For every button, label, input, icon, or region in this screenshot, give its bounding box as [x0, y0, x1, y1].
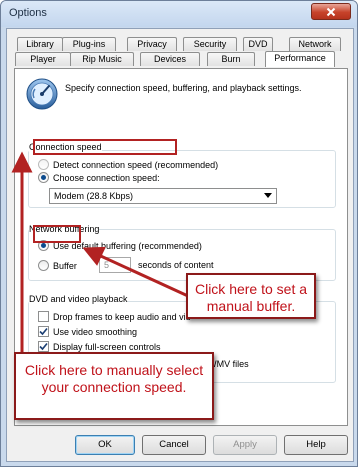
video-smoothing-label: Use video smoothing — [53, 326, 138, 337]
buffer-seconds-input[interactable]: 5 — [99, 257, 131, 273]
apply-button[interactable]: Apply — [213, 435, 277, 455]
close-icon — [326, 7, 336, 16]
detect-speed-radio[interactable] — [38, 159, 49, 170]
window-title: Options — [9, 7, 47, 19]
dvd-video-title: DVD and video playback — [29, 294, 128, 304]
tab-security[interactable]: Security — [183, 37, 237, 51]
detect-speed-label: Detect connection speed (recommended) — [53, 159, 219, 170]
tab-burn[interactable]: Burn — [207, 52, 255, 66]
tab-dvd[interactable]: DVD — [243, 37, 273, 51]
connection-speed-title: Connection speed — [29, 142, 102, 152]
help-button[interactable]: Help — [284, 435, 348, 455]
manual-buffer-option[interactable]: Buffer — [38, 260, 77, 271]
tab-privacy[interactable]: Privacy — [127, 37, 177, 51]
tab-plug-ins[interactable]: Plug-ins — [62, 37, 116, 51]
manual-buffer-radio[interactable] — [38, 260, 49, 271]
buffer-callout: Click here to set a manual buffer. — [186, 273, 316, 319]
detect-speed-option[interactable]: Detect connection speed (recommended) — [38, 159, 218, 170]
tab-rip-music[interactable]: Rip Music — [70, 52, 134, 66]
choose-speed-option[interactable]: Choose connection speed: — [38, 172, 160, 183]
ok-button[interactable]: OK — [75, 435, 135, 455]
video-smoothing-checkbox[interactable] — [38, 326, 49, 337]
choose-speed-radio[interactable] — [38, 172, 49, 183]
chevron-down-icon — [262, 190, 274, 202]
cancel-button[interactable]: Cancel — [142, 435, 206, 455]
manual-buffer-label: Buffer — [53, 260, 77, 271]
video-smoothing-option[interactable]: Use video smoothing — [38, 326, 137, 337]
close-button[interactable] — [311, 3, 351, 20]
connection-speed-dropdown[interactable]: Modem (28.8 Kbps) — [49, 188, 277, 204]
fullscreen-controls-checkbox[interactable] — [38, 341, 49, 352]
network-buffering-title: Network buffering — [29, 224, 100, 234]
checkmark-icon — [39, 342, 48, 351]
tab-performance[interactable]: Performance — [265, 51, 335, 67]
intro-text: Specify connection speed, buffering, and… — [65, 83, 302, 93]
default-buffering-radio[interactable] — [38, 240, 49, 251]
performance-gauge-icon — [26, 78, 58, 110]
default-buffering-option[interactable]: Use default buffering (recommended) — [38, 240, 202, 251]
seconds-of-content-label: seconds of content — [138, 260, 214, 270]
checkmark-icon — [39, 327, 48, 336]
connection-speed-value: Modem (28.8 Kbps) — [54, 191, 134, 201]
drop-frames-option[interactable]: Drop frames to keep audio and vid — [38, 311, 191, 322]
choose-speed-label: Choose connection speed: — [53, 172, 160, 183]
tab-player[interactable]: Player — [15, 52, 71, 66]
tab-library[interactable]: Library — [17, 37, 63, 51]
title-bar[interactable]: Options — [1, 1, 357, 27]
tab-network[interactable]: Network — [289, 37, 341, 51]
fullscreen-controls-label: Display full-screen controls — [53, 341, 161, 352]
default-buffering-label: Use default buffering (recommended) — [53, 240, 202, 251]
drop-frames-checkbox[interactable] — [38, 311, 49, 322]
connection-callout: Click here to manually select your conne… — [14, 352, 214, 420]
fullscreen-controls-option[interactable]: Display full-screen controls — [38, 341, 161, 352]
drop-frames-label: Drop frames to keep audio and vid — [53, 311, 191, 322]
tab-devices[interactable]: Devices — [140, 52, 200, 66]
